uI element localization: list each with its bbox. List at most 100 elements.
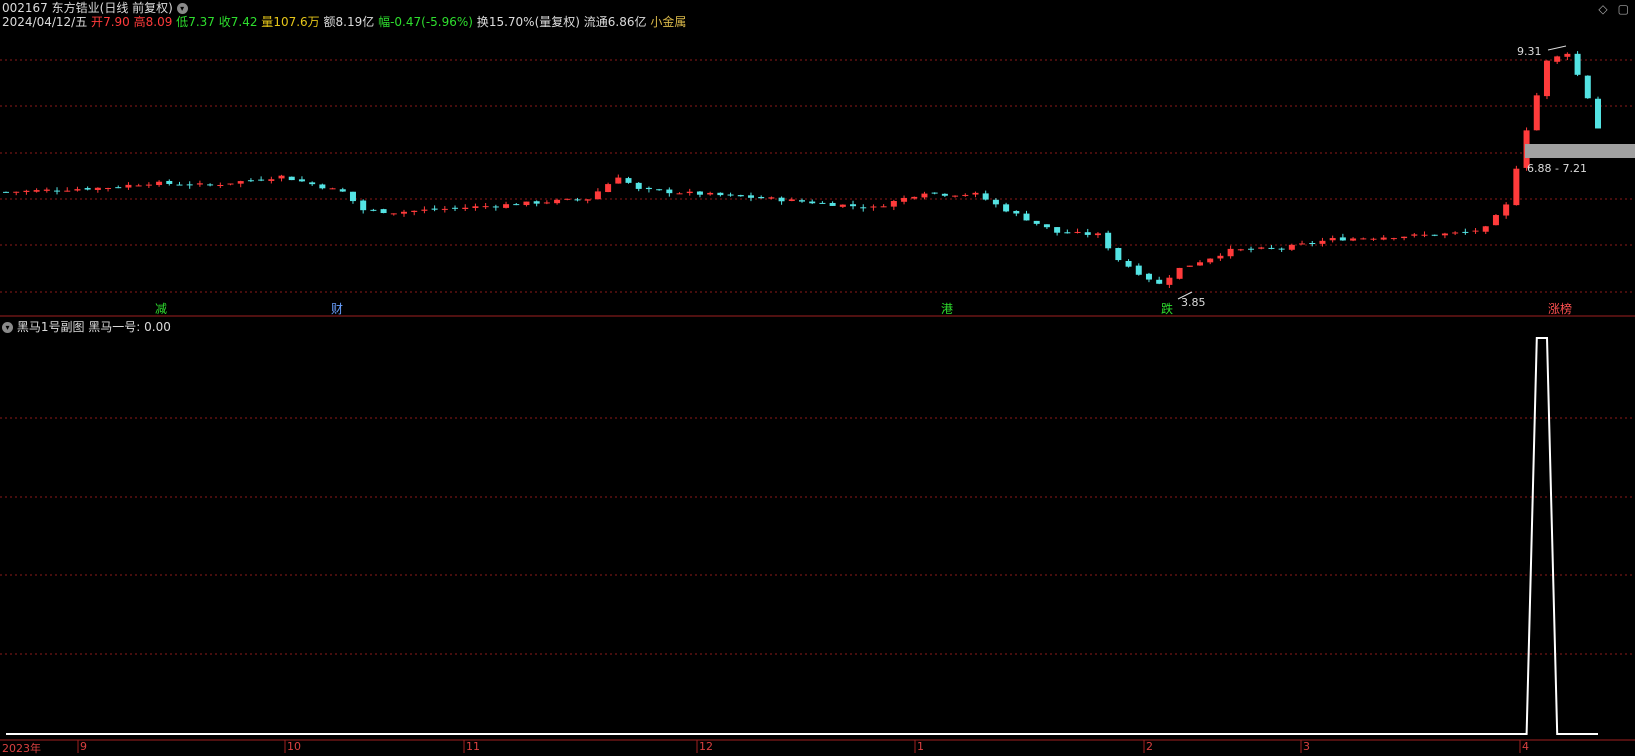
- candle: [1380, 235, 1387, 241]
- candle-body: [819, 202, 826, 204]
- candle-body: [1074, 231, 1081, 233]
- volume-label: 量: [261, 15, 274, 29]
- candlestick-series: [3, 45, 1635, 300]
- chevron-down-icon[interactable]: ▾: [176, 3, 188, 14]
- candle-body: [176, 184, 183, 186]
- candle: [94, 187, 101, 193]
- candle-body: [788, 199, 795, 202]
- candle: [1084, 228, 1091, 238]
- candle-body: [1462, 231, 1469, 233]
- candle: [196, 180, 203, 187]
- candle: [1258, 246, 1265, 250]
- candle-body: [1350, 238, 1357, 241]
- candle: [819, 201, 826, 204]
- candle-body: [105, 188, 112, 190]
- indicator-series: [6, 337, 1598, 735]
- candle-body: [13, 191, 20, 193]
- event-label-rank[interactable]: 涨榜: [1548, 302, 1572, 316]
- sector-link[interactable]: 小金属: [650, 15, 686, 29]
- candle-body: [1033, 220, 1040, 224]
- candle-body: [94, 187, 101, 190]
- candle-body: [890, 200, 897, 207]
- candle: [584, 199, 591, 204]
- candle: [1105, 230, 1112, 251]
- candle: [758, 195, 765, 199]
- candle: [64, 187, 71, 192]
- candle: [1064, 229, 1071, 234]
- candle-body: [533, 201, 540, 204]
- candle: [533, 200, 540, 207]
- candle-body: [645, 187, 652, 190]
- candle-body: [768, 197, 775, 199]
- square-icon[interactable]: ▢: [1618, 2, 1629, 16]
- float-value: 6.86亿: [607, 15, 647, 29]
- xaxis-label-year: 2023年: [2, 742, 41, 755]
- volume-value: 107.6万: [273, 15, 320, 29]
- candle-body: [1411, 234, 1418, 236]
- candle: [452, 205, 459, 212]
- turnover-value: 15.70%(量复权): [488, 15, 580, 29]
- event-label-finance[interactable]: 财: [331, 302, 343, 316]
- candle-body: [1299, 243, 1306, 245]
- candle-body: [605, 184, 612, 193]
- candle-body: [1564, 53, 1571, 57]
- change-value: -0.47(-5.96%): [390, 15, 473, 29]
- candle: [1074, 228, 1081, 234]
- candle: [319, 183, 326, 190]
- candle-body: [1094, 233, 1101, 236]
- candle-body: [1135, 265, 1142, 275]
- indicator-value: 0.00: [144, 320, 171, 334]
- candle: [156, 180, 163, 187]
- candle: [441, 206, 448, 213]
- candle: [1441, 232, 1448, 239]
- candle: [768, 196, 775, 200]
- candle-body: [1023, 213, 1030, 221]
- event-label-drop[interactable]: 跌: [1161, 302, 1173, 316]
- event-label-hk[interactable]: 港: [941, 302, 953, 316]
- candle-body: [921, 193, 928, 198]
- candle: [145, 182, 152, 188]
- low-label: 低: [176, 15, 189, 29]
- diamond-icon[interactable]: ◇: [1598, 2, 1607, 16]
- candle-body: [125, 184, 132, 188]
- candle-body: [1197, 262, 1203, 266]
- candle: [880, 204, 887, 208]
- kline-chart[interactable]: [0, 0, 1635, 753]
- candle-body: [115, 187, 122, 189]
- candle-body: [676, 193, 683, 195]
- candle: [1023, 210, 1030, 221]
- chevron-down-icon[interactable]: ▾: [2, 322, 13, 333]
- candle: [1360, 237, 1367, 240]
- stock-name[interactable]: 东方锆业: [52, 1, 100, 15]
- candle: [870, 204, 877, 211]
- candle-body: [1339, 237, 1346, 241]
- candle: [1472, 228, 1479, 234]
- candle: [615, 174, 622, 184]
- candle: [1054, 227, 1061, 236]
- candle: [1278, 247, 1285, 252]
- candle-body: [564, 198, 571, 200]
- candle: [421, 206, 428, 214]
- candle-body: [1554, 56, 1561, 62]
- candle: [707, 191, 714, 196]
- amount-label: 额: [323, 15, 336, 29]
- candle-body: [196, 183, 203, 185]
- candle-body: [33, 190, 40, 192]
- candle-body: [492, 206, 499, 208]
- candle: [1115, 247, 1122, 262]
- subchart-title[interactable]: 黑马1号副图: [17, 320, 85, 334]
- candle: [258, 176, 265, 182]
- candle-body: [850, 204, 857, 207]
- event-label-reduce[interactable]: 减: [155, 302, 167, 316]
- candle: [788, 197, 795, 202]
- candle-body: [778, 197, 785, 202]
- period-info[interactable]: (日线 前复权): [100, 1, 173, 15]
- candle: [1584, 75, 1591, 99]
- indicator-label: 黑马一号:: [88, 320, 141, 334]
- high-arrow: [1547, 45, 1567, 51]
- candle-body: [258, 179, 265, 181]
- candle-body: [1309, 243, 1316, 245]
- candle-body: [1003, 204, 1010, 212]
- candle: [737, 194, 744, 197]
- candle: [298, 176, 305, 182]
